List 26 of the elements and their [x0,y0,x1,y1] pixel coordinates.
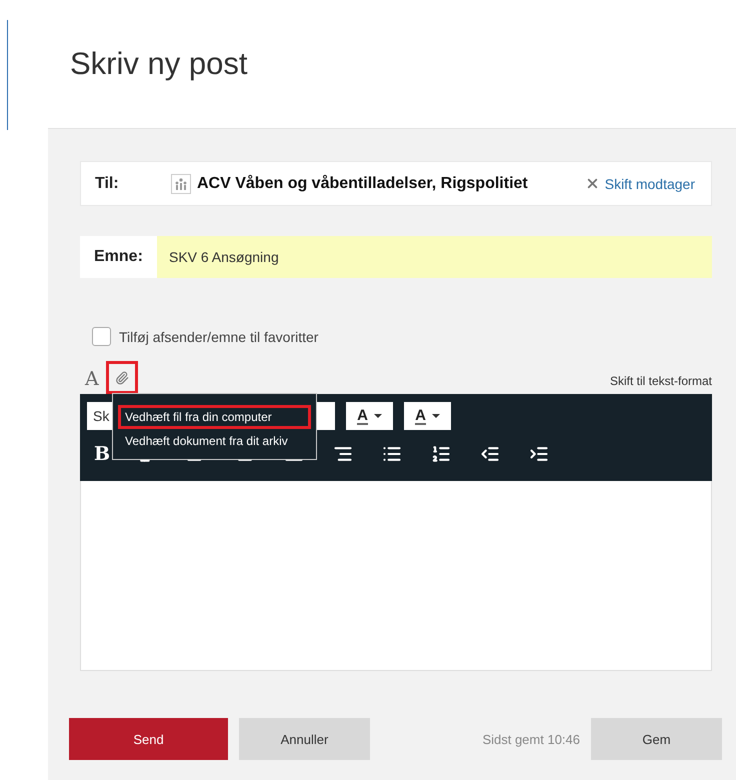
text-color-button[interactable]: A [346,402,393,430]
bold-button[interactable]: B [87,443,117,465]
cancel-button[interactable]: Annuller [239,718,370,760]
menu-item[interactable]: Vedhæft fil fra din computer [118,405,311,429]
save-button[interactable]: Gem [591,718,722,760]
subject-field[interactable]: SKV 6 Ansøgning [157,236,712,278]
paperclip-icon [114,370,129,386]
favorite-label: Tilføj afsender/emne til favoritter [119,328,318,344]
send-button[interactable]: Send [69,718,228,760]
numbers-icon [431,444,451,464]
page-title: Skriv ny post [70,46,248,82]
switch-format-link[interactable]: Skift til tekst-format [610,374,712,388]
organization-icon [171,174,191,194]
recipient-label: Til: [95,174,120,192]
recipient-name: ACV Våben og våbentilladelser, Rigspolitiet [197,174,528,192]
indent-icon [529,444,549,464]
saved-status: Sidst gemt 10:46 [482,732,580,746]
outdent-icon [480,444,500,464]
text-color-button[interactable]: A [404,402,451,430]
favorite-checkbox[interactable] [92,327,111,346]
change-recipient-link[interactable]: Skift modtager [584,176,695,192]
format-tab[interactable]: A [80,364,104,394]
subject-label: Emne: [80,236,157,278]
align-right-icon [333,444,353,464]
bullets-icon [382,444,402,464]
menu-item[interactable]: Vedhæft dokument fra dit arkiv [118,429,311,453]
